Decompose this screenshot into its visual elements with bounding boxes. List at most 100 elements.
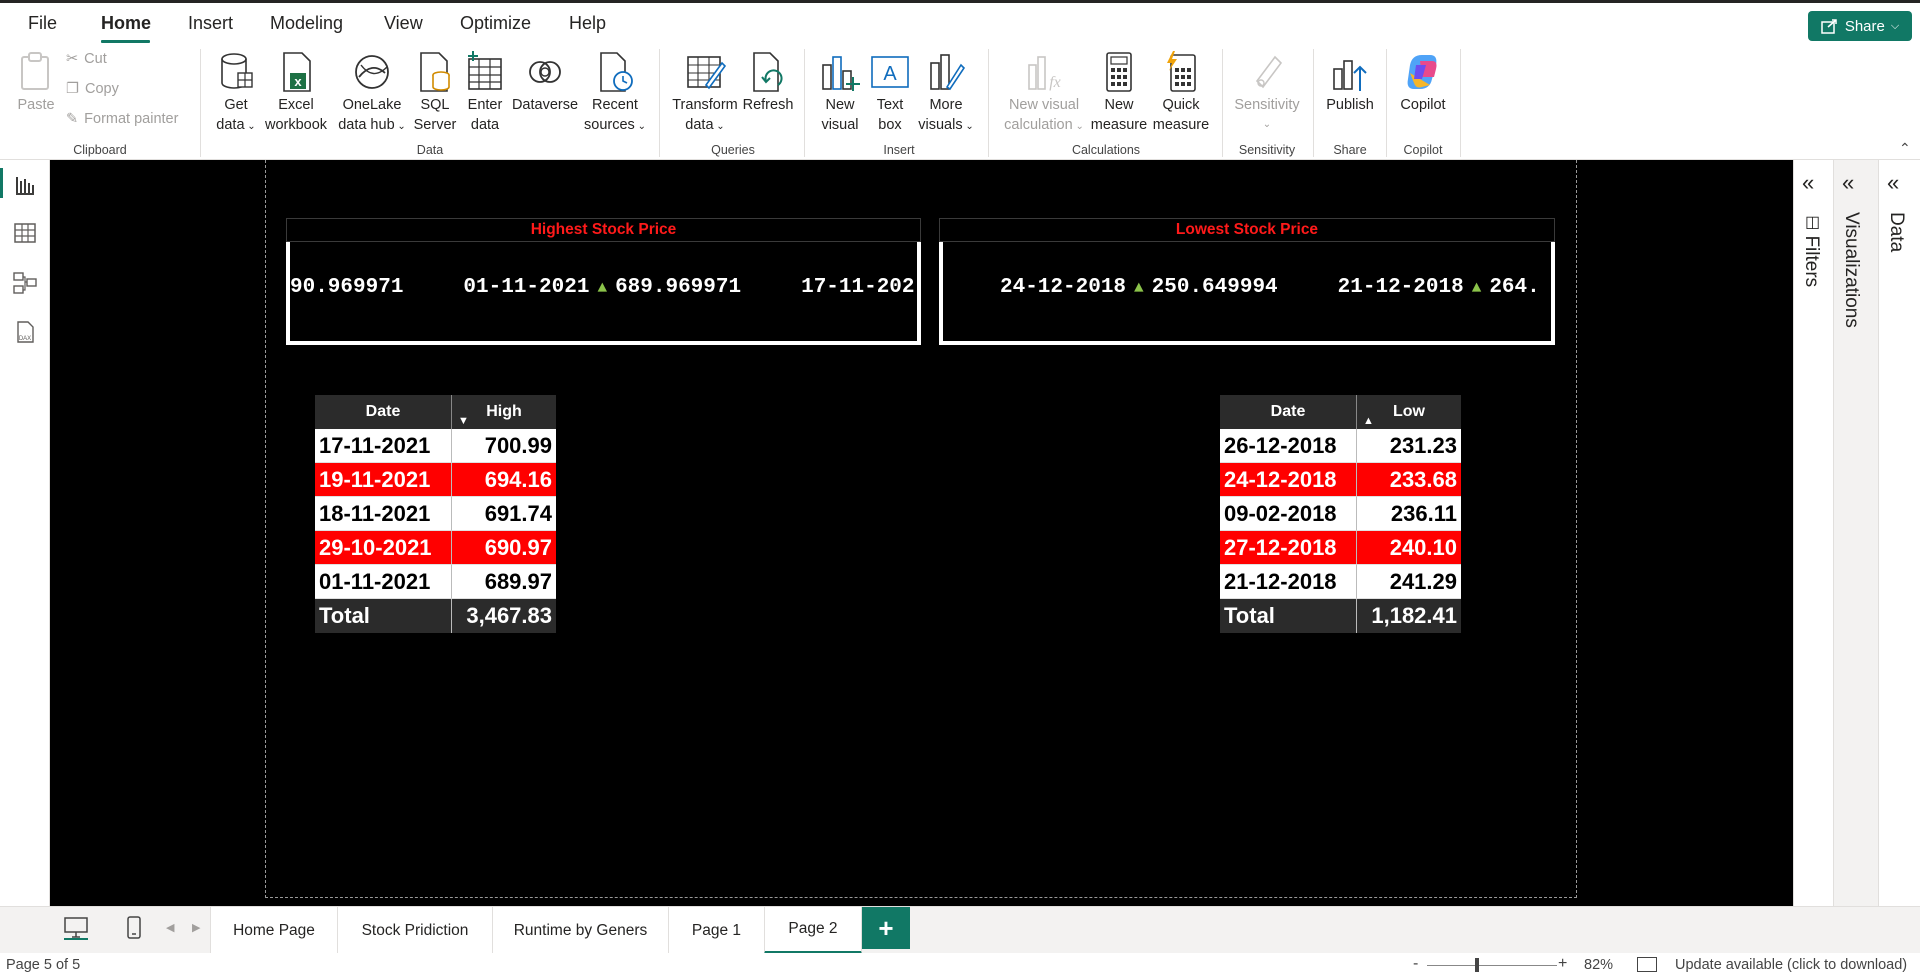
sensitivity-button[interactable]: Sensitivity ⌄: [1230, 51, 1304, 135]
desktop-layout-icon[interactable]: [62, 915, 90, 946]
value-cell: 691.74: [451, 497, 556, 531]
highest-stock-price-card[interactable]: Highest Stock Price 90.969971 01-11-2021…: [286, 218, 921, 345]
publish-button[interactable]: Publish: [1322, 51, 1378, 115]
refresh-icon: [753, 52, 783, 92]
menu-insert[interactable]: Insert: [188, 13, 233, 34]
date-cell: 24-12-2018: [1220, 463, 1356, 497]
filters-pane[interactable]: « ◫ Filters: [1793, 160, 1833, 906]
zoom-slider-thumb[interactable]: [1475, 958, 1479, 972]
expand-pane-icon[interactable]: «: [1802, 170, 1814, 196]
transform-label-1: Transform: [672, 97, 738, 113]
column-header-high[interactable]: High ▼: [451, 395, 556, 429]
tab-page-1[interactable]: Page 1: [668, 907, 764, 954]
table-row[interactable]: 24-12-2018 233.68: [1220, 463, 1461, 497]
zoom-out-button[interactable]: -: [1413, 955, 1418, 973]
paste-icon: [21, 52, 49, 90]
sql-server-button[interactable]: SQL Server: [412, 51, 458, 135]
table-row[interactable]: 17-11-2021 700.99: [315, 429, 556, 463]
table-row[interactable]: 29-10-2021 690.97: [315, 531, 556, 565]
tab-runtime-by-geners[interactable]: Runtime by Geners: [492, 907, 668, 954]
dataverse-button[interactable]: Dataverse: [510, 51, 580, 115]
new-visual-button[interactable]: New visual: [814, 51, 866, 135]
onelake-data-hub-button[interactable]: OneLake data hub ⌄: [334, 51, 410, 137]
table-row[interactable]: 01-11-2021 689.97: [315, 565, 556, 599]
expand-pane-icon[interactable]: «: [1887, 170, 1899, 196]
table-row[interactable]: 19-11-2021 694.16: [315, 463, 556, 497]
tab-home-page[interactable]: Home Page: [210, 907, 337, 954]
text-box-button[interactable]: A Text box: [868, 51, 912, 135]
sensitivity-label: Sensitivity: [1234, 97, 1300, 113]
zoom-in-button[interactable]: +: [1558, 955, 1567, 973]
copilot-icon: [1407, 55, 1437, 89]
table-row[interactable]: 18-11-2021 691.74: [315, 497, 556, 531]
data-pane[interactable]: « Data: [1878, 160, 1920, 906]
tab-stock-pridiction[interactable]: Stock Pridiction: [337, 907, 492, 954]
new-visual-calculation-button[interactable]: fx New visual calculation ⌄: [996, 51, 1092, 137]
copilot-button[interactable]: Copilot: [1394, 51, 1452, 115]
quick-measure-button[interactable]: Quick measure: [1148, 51, 1214, 135]
visualizations-pane-label[interactable]: Visualizations: [1840, 212, 1862, 328]
menu-home[interactable]: Home: [101, 13, 151, 34]
share-button[interactable]: Share ⌵: [1808, 11, 1912, 41]
visualizations-pane[interactable]: « Visualizations: [1833, 160, 1878, 906]
high-price-table[interactable]: Date High ▼ 17-11-2021 700.99 19-11-2021 6…: [315, 395, 556, 633]
add-page-button[interactable]: +: [862, 907, 910, 949]
lowest-stock-price-card[interactable]: Lowest Stock Price 24-12-2018 ▲ 250.649994…: [939, 218, 1555, 345]
new-visual-label-1: New: [825, 97, 855, 113]
tab-scroll-right-icon[interactable]: ▶: [192, 921, 200, 934]
svg-text:DAX: DAX: [19, 336, 31, 342]
expand-pane-icon[interactable]: «: [1842, 170, 1854, 196]
mobile-layout-icon[interactable]: [124, 915, 144, 946]
low-price-table[interactable]: Date Low ▲ 26-12-2018 231.23 24-12-2018 23…: [1220, 395, 1461, 633]
menu-optimize[interactable]: Optimize: [460, 13, 531, 34]
fit-to-page-icon[interactable]: [1637, 957, 1657, 972]
table-row[interactable]: 09-02-2018 236.11: [1220, 497, 1461, 531]
table-view-icon[interactable]: [12, 220, 38, 246]
queries-group-label: Queries: [711, 143, 755, 157]
menu-help[interactable]: Help: [569, 13, 606, 34]
menu-modeling[interactable]: Modeling: [270, 13, 343, 34]
update-available-link[interactable]: Update available (click to download): [1675, 957, 1907, 973]
format-painter-label: Format painter: [84, 111, 179, 127]
visual-calc-label-2: calculation ⌄: [1004, 117, 1084, 133]
refresh-button[interactable]: Refresh: [740, 51, 796, 115]
tab-page-2[interactable]: Page 2: [764, 907, 862, 954]
collapse-ribbon-icon[interactable]: ⌃: [1899, 140, 1911, 157]
table-row[interactable]: 21-12-2018 241.29: [1220, 565, 1461, 599]
column-header-label: Low: [1393, 403, 1425, 420]
recent-sources-button[interactable]: Recent sources ⌄: [582, 51, 648, 137]
menu-file[interactable]: File: [28, 13, 57, 34]
filters-pane-label[interactable]: ◫ Filters: [1800, 212, 1822, 287]
format-painter-button[interactable]: ✎ Format painter: [66, 111, 178, 127]
ticker-item: 24-12-2018 ▲ 250.649994: [1000, 276, 1278, 299]
model-view-icon[interactable]: [12, 270, 38, 296]
copy-button[interactable]: ❐ Copy: [66, 81, 119, 97]
cut-button[interactable]: ✂ Cut: [66, 51, 107, 67]
column-header-date[interactable]: Date: [1220, 395, 1356, 429]
onelake-label-1: OneLake: [342, 97, 402, 113]
get-data-button[interactable]: Get data ⌄: [208, 51, 264, 137]
column-header-date[interactable]: Date: [315, 395, 451, 429]
zoom-slider-track[interactable]: [1427, 965, 1557, 966]
visual-calc-label-1: New visual: [1008, 97, 1080, 113]
menu-view[interactable]: View: [384, 13, 423, 34]
table-header: Date High ▼: [315, 395, 556, 429]
excel-workbook-button[interactable]: x Excel workbook: [260, 51, 332, 135]
data-pane-label[interactable]: Data: [1885, 212, 1907, 252]
dax-query-view-icon[interactable]: DAX: [12, 320, 38, 346]
more-visuals-button[interactable]: More visuals ⌄: [914, 51, 978, 137]
tab-scroll-left-icon[interactable]: ◀: [166, 921, 174, 934]
table-row[interactable]: 27-12-2018 240.10: [1220, 531, 1461, 565]
card-title: Lowest Stock Price: [939, 218, 1555, 242]
new-measure-button[interactable]: New measure: [1090, 51, 1148, 135]
transform-data-button[interactable]: Transform data ⌄: [668, 51, 742, 137]
more-visuals-label-2: visuals ⌄: [918, 117, 974, 133]
value-cell: 240.10: [1356, 531, 1461, 565]
up-arrow-icon: ▲: [597, 279, 608, 297]
report-view-icon[interactable]: [12, 172, 38, 198]
enter-data-button[interactable]: Enter data: [462, 51, 508, 135]
copilot-label: Copilot: [1400, 97, 1446, 113]
column-header-low[interactable]: Low ▲: [1356, 395, 1461, 429]
table-row[interactable]: 26-12-2018 231.23: [1220, 429, 1461, 463]
paste-button[interactable]: Paste: [14, 51, 58, 115]
